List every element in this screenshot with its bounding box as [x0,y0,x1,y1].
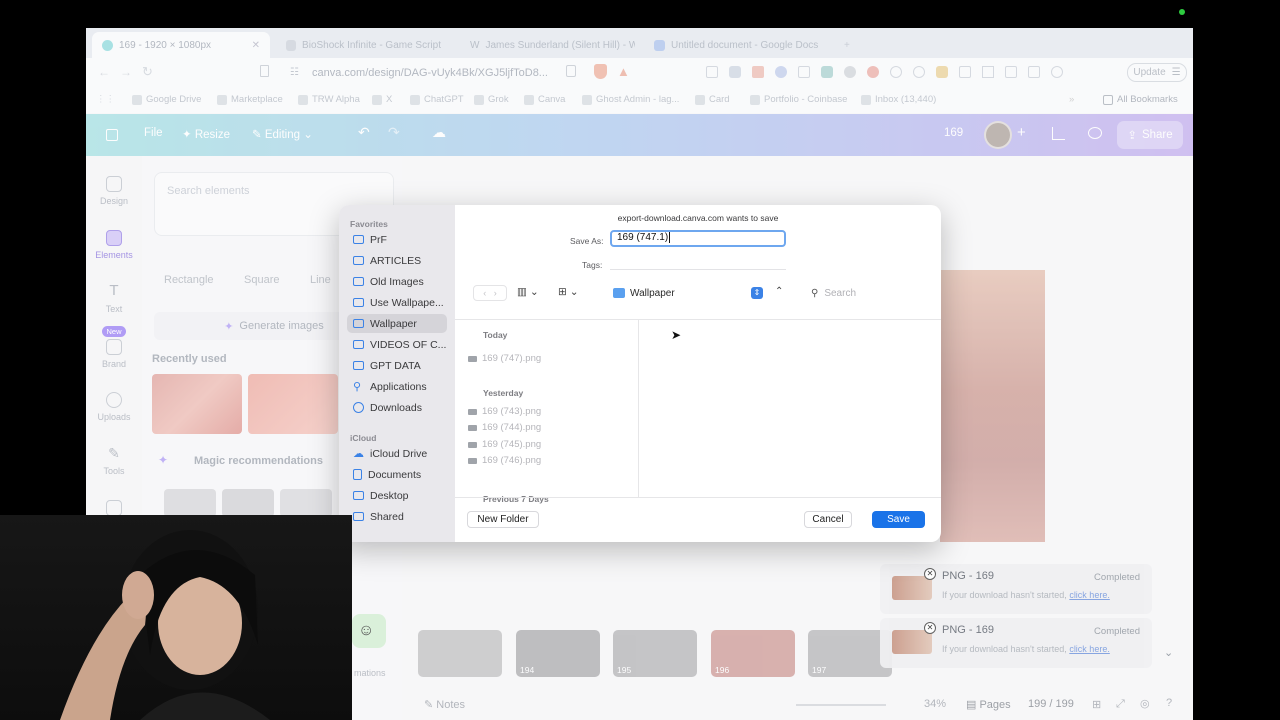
person-image [60,530,270,720]
save-button[interactable]: Save [872,511,925,528]
sidebar-item-applications[interactable]: ⚲ Applications [347,377,447,396]
mouse-cursor-icon: ➤ [671,328,682,342]
cloud-icon: ☁ [353,448,364,460]
download-toast: ✕ PNG - 169 Completed If your download h… [880,564,1152,614]
save-as-field[interactable]: 169 (747.1) [610,230,786,247]
folder-icon [353,319,364,328]
image-file-icon [468,457,477,464]
group-today: Today [483,330,508,340]
sidebar-item-downloads[interactable]: Downloads [347,398,447,417]
grid-view-icon[interactable]: ⊞ ⌄ [558,286,579,298]
file-item: 169 (745).png [468,439,541,450]
toast-message: If your download hasn't started, click h… [942,644,1110,654]
toast-title: PNG - 169 [942,624,994,636]
close-icon[interactable]: ✕ [924,568,936,580]
collapse-icon[interactable]: ⌃ [775,286,783,297]
downloads-icon [353,402,364,413]
close-icon[interactable]: ✕ [924,622,936,634]
image-file-icon [468,408,477,415]
document-icon [353,469,362,480]
file-column: Today 169 (747).png Yesterday 169 (743).… [455,320,639,504]
folder-icon [353,277,364,286]
sidebar-item-gpt-data[interactable]: GPT DATA [347,356,447,375]
back-forward-buttons[interactable]: ‹ › [473,285,507,301]
tags-field[interactable] [610,256,786,270]
file-item: 169 (744).png [468,422,541,433]
toast-thumbnail [892,630,932,654]
sidebar-item-old-images[interactable]: Old Images [347,272,447,291]
new-folder-button[interactable]: New Folder [467,511,539,528]
webcam-overlay [0,515,352,720]
recording-indicator-icon [1179,9,1185,15]
shared-folder-icon [353,512,364,521]
column-view-icon[interactable]: ▥ ⌄ [517,286,539,298]
sidebar-item-prf[interactable]: PrF [347,230,447,249]
finder-sidebar: Favorites PrF ARTICLES Old Images Use Wa… [339,205,455,542]
folder-icon [353,298,364,307]
file-item: 169 (743).png [468,406,541,417]
file-item: 169 (747).png [468,353,541,364]
toast-title: PNG - 169 [942,570,994,582]
folder-icon [353,256,364,265]
image-file-icon [468,441,477,448]
desktop-icon [353,491,364,500]
dialog-main: export-download.canva.com wants to save … [455,205,941,542]
cancel-button[interactable]: Cancel [804,511,852,528]
search-placeholder: Search [824,287,857,299]
folder-icon [353,361,364,370]
applications-icon: ⚲ [353,381,362,393]
dialog-footer: New Folder Cancel Save [455,497,941,542]
click-here-link[interactable]: click here. [1069,590,1110,600]
sidebar-item-documents[interactable]: Documents [347,465,447,484]
folder-icon [613,288,625,298]
group-yesterday: Yesterday [483,388,524,398]
dialog-search-field[interactable]: ⚲ Search [811,283,926,303]
icloud-heading: iCloud [350,433,377,443]
folder-icon [353,340,364,349]
search-icon: ⚲ [811,287,819,299]
image-file-icon [468,424,477,431]
toast-message: If your download hasn't started, click h… [942,590,1110,600]
file-item: 169 (746).png [468,455,541,466]
save-as-label: Save As: [570,236,604,246]
save-as-value: 169 (747.1) [617,232,669,243]
location-label: Wallpaper [630,287,675,299]
sidebar-item-use-wallpaper[interactable]: Use Wallpape... [347,293,447,312]
toast-thumbnail [892,576,932,600]
folder-icon [353,235,364,244]
file-browser: Today 169 (747).png Yesterday 169 (743).… [455,319,941,504]
sidebar-item-desktop[interactable]: Desktop [347,486,447,505]
location-stepper-icon[interactable]: ⇕ [751,287,763,299]
sidebar-item-videos[interactable]: VIDEOS OF C... [347,335,447,354]
sidebar-item-articles[interactable]: ARTICLES [347,251,447,270]
sidebar-item-shared[interactable]: Shared [347,507,447,526]
download-toast: ✕ PNG - 169 Completed If your download h… [880,618,1152,668]
toast-status: Completed [1094,572,1140,583]
sidebar-item-wallpaper[interactable]: Wallpaper [347,314,447,333]
tags-label: Tags: [582,260,603,270]
dialog-prompt: export-download.canva.com wants to save [617,213,779,223]
image-file-icon [468,355,477,362]
sidebar-item-icloud-drive[interactable]: ☁ iCloud Drive [347,444,447,463]
dialog-toolbar: ‹ › ▥ ⌄ ⊞ ⌄ Wallpaper ⇕ ⌃ ⚲ Search [455,283,941,305]
favorites-heading: Favorites [350,219,388,229]
save-dialog: Favorites PrF ARTICLES Old Images Use Wa… [339,205,941,542]
chevron-down-icon[interactable]: ⌄ [1164,646,1173,659]
toast-status: Completed [1094,626,1140,637]
click-here-link[interactable]: click here. [1069,644,1110,654]
location-popup[interactable]: Wallpaper ⇕ [613,283,763,303]
